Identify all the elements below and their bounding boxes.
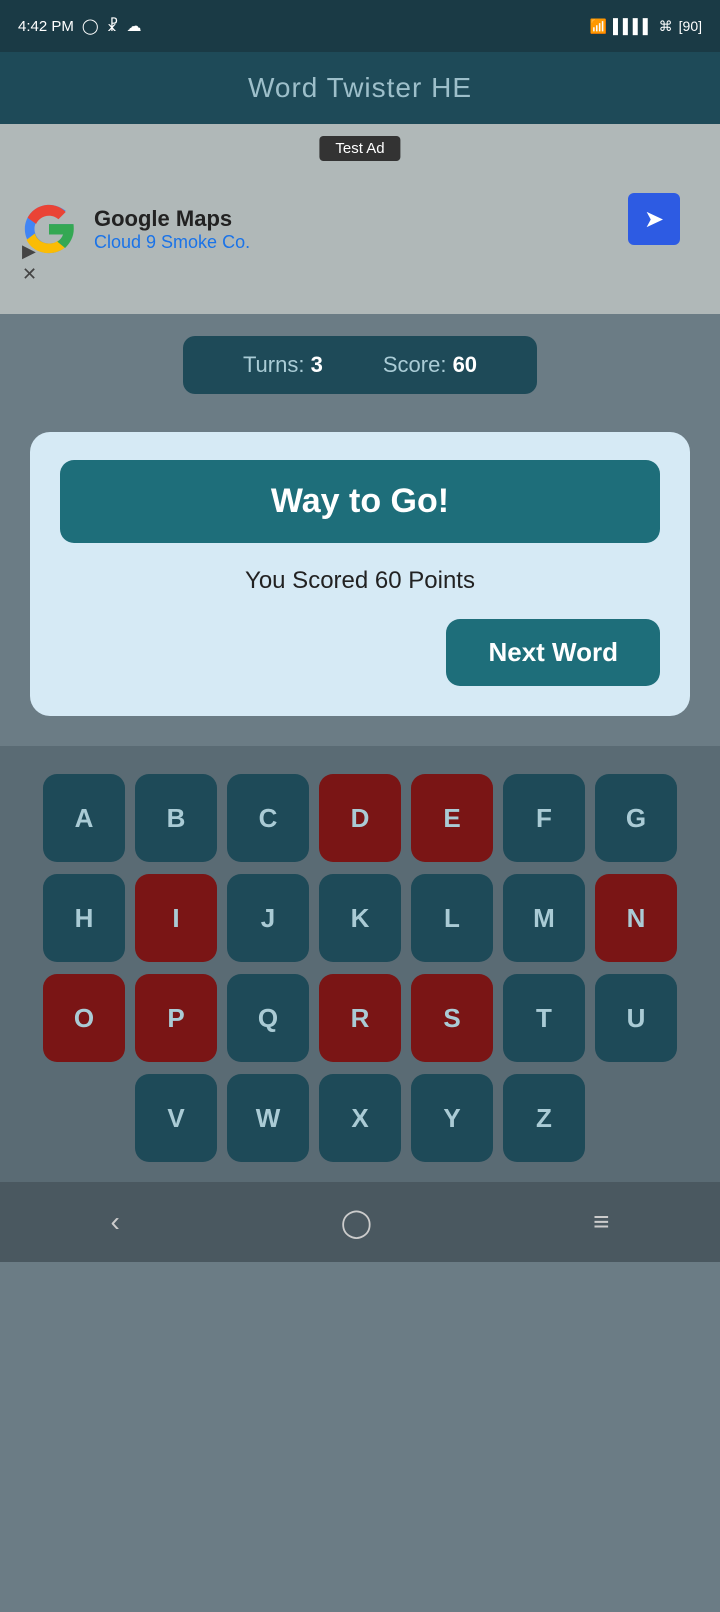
key-t[interactable]: T bbox=[503, 974, 585, 1062]
ad-content: Google Maps Cloud 9 Smoke Co. bbox=[20, 200, 250, 258]
wifi-icon: ⌘ bbox=[659, 18, 673, 35]
app-header: Word Twister HE bbox=[0, 52, 720, 124]
key-l[interactable]: L bbox=[411, 874, 493, 962]
key-z[interactable]: Z bbox=[503, 1074, 585, 1162]
key-k[interactable]: K bbox=[319, 874, 401, 962]
key-p[interactable]: P bbox=[135, 974, 217, 1062]
menu-button[interactable]: ≡ bbox=[593, 1206, 609, 1238]
key-j[interactable]: J bbox=[227, 874, 309, 962]
nav-bar: ‹ ◯ ≡ bbox=[0, 1182, 720, 1262]
turns-stat: Turns: 3 bbox=[243, 352, 323, 378]
modal-card: Way to Go! You Scored 60 Points Next Wor… bbox=[30, 432, 690, 716]
back-button[interactable]: ‹ bbox=[110, 1206, 119, 1238]
status-left: 4:42 PM ◯ ☧ ☁ bbox=[18, 17, 141, 35]
key-n[interactable]: N bbox=[595, 874, 677, 962]
key-g[interactable]: G bbox=[595, 774, 677, 862]
next-word-button[interactable]: Next Word bbox=[446, 619, 660, 686]
ad-x-icon: ✕ bbox=[22, 264, 37, 286]
ad-arrow-button[interactable]: ➤ bbox=[628, 193, 680, 245]
home-button[interactable]: ◯ bbox=[341, 1206, 372, 1239]
keyboard-row-2: OPQRSTU bbox=[43, 974, 677, 1062]
status-right: 📶 ▌▌▌▌ ⌘ [90] bbox=[590, 18, 702, 35]
key-m[interactable]: M bbox=[503, 874, 585, 962]
turns-value: 3 bbox=[311, 352, 323, 377]
time-display: 4:42 PM bbox=[18, 18, 74, 35]
key-v[interactable]: V bbox=[135, 1074, 217, 1162]
score-stat: Score: 60 bbox=[383, 352, 477, 378]
stats-bar: Turns: 3 Score: 60 bbox=[0, 314, 720, 412]
key-x[interactable]: X bbox=[319, 1074, 401, 1162]
key-u[interactable]: U bbox=[595, 974, 677, 1062]
keyboard-row-0: ABCDEFG bbox=[43, 774, 677, 862]
key-w[interactable]: W bbox=[227, 1074, 309, 1162]
ad-sub-text: Cloud 9 Smoke Co. bbox=[94, 232, 250, 253]
signal-icon: ▌▌▌▌ bbox=[613, 18, 653, 34]
key-c[interactable]: C bbox=[227, 774, 309, 862]
ad-play-icon: ▶ bbox=[22, 241, 37, 263]
key-q[interactable]: Q bbox=[227, 974, 309, 1062]
ad-text-group: Google Maps Cloud 9 Smoke Co. bbox=[94, 206, 250, 253]
key-e[interactable]: E bbox=[411, 774, 493, 862]
status-bar: 4:42 PM ◯ ☧ ☁ 📶 ▌▌▌▌ ⌘ [90] bbox=[0, 0, 720, 52]
key-d[interactable]: D bbox=[319, 774, 401, 862]
keyboard-row-1: HIJKLMN bbox=[43, 874, 677, 962]
key-h[interactable]: H bbox=[43, 874, 125, 962]
ad-close-icons: ▶ ✕ bbox=[22, 241, 37, 286]
key-r[interactable]: R bbox=[319, 974, 401, 1062]
modal-score-text: You Scored 60 Points bbox=[245, 567, 475, 595]
modal-overlay: Way to Go! You Scored 60 Points Next Wor… bbox=[0, 412, 720, 746]
key-y[interactable]: Y bbox=[411, 1074, 493, 1162]
modal-title: Way to Go! bbox=[271, 482, 449, 520]
key-s[interactable]: S bbox=[411, 974, 493, 1062]
ad-banner[interactable]: Test Ad Google Maps Cloud 9 Smoke Co. ➤ … bbox=[0, 124, 720, 314]
key-b[interactable]: B bbox=[135, 774, 217, 862]
keyboard-area: ABCDEFGHIJKLMNOPQRSTUVWXYZ bbox=[0, 746, 720, 1182]
cloud-icon: ☁ bbox=[126, 17, 141, 35]
ad-row: Google Maps Cloud 9 Smoke Co. ➤ bbox=[0, 180, 720, 258]
vibrate-icon: 📶 bbox=[590, 18, 607, 35]
battery-icon: [90] bbox=[679, 18, 702, 34]
stats-box: Turns: 3 Score: 60 bbox=[183, 336, 537, 394]
ad-label: Test Ad bbox=[319, 136, 400, 161]
key-f[interactable]: F bbox=[503, 774, 585, 862]
app-title: Word Twister HE bbox=[248, 72, 472, 104]
key-o[interactable]: O bbox=[43, 974, 125, 1062]
key-a[interactable]: A bbox=[43, 774, 125, 862]
keyboard-row-3: VWXYZ bbox=[135, 1074, 585, 1162]
modal-title-box: Way to Go! bbox=[60, 460, 660, 543]
score-value: 60 bbox=[453, 352, 477, 377]
key-i[interactable]: I bbox=[135, 874, 217, 962]
ad-company-name: Google Maps bbox=[94, 206, 250, 232]
usb-icon: ☧ bbox=[107, 17, 119, 35]
whatsapp-icon: ◯ bbox=[82, 17, 99, 35]
